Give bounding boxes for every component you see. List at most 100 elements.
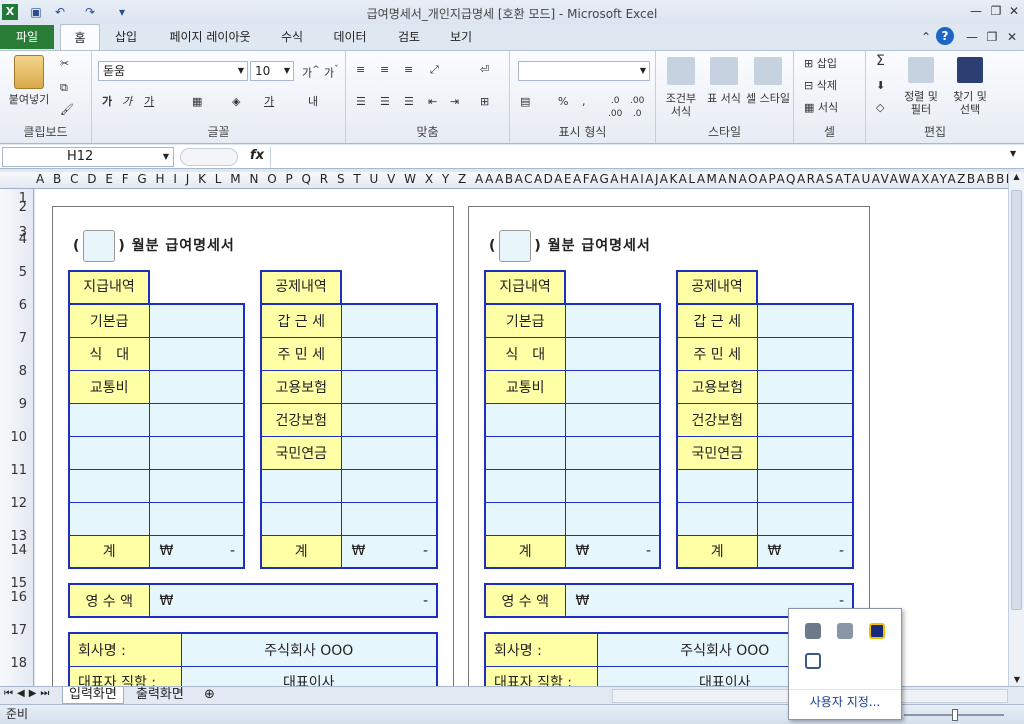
- pay-item-value[interactable]: [148, 435, 245, 470]
- deduction-item-value[interactable]: [340, 468, 438, 503]
- tray-app-icon[interactable]: [805, 623, 821, 639]
- row-header[interactable]: 2: [19, 200, 27, 215]
- row-header[interactable]: 10: [10, 430, 27, 445]
- row-header[interactable]: 11: [10, 463, 27, 478]
- percent-button[interactable]: %: [558, 95, 568, 108]
- delete-cells-button[interactable]: ⊟ 삭제: [804, 79, 837, 92]
- font-name-select[interactable]: 돋움 ▼: [98, 61, 248, 81]
- zoom-slider-thumb[interactable]: [952, 709, 958, 721]
- total-value[interactable]: ₩ -: [756, 534, 854, 569]
- format-as-table-button[interactable]: 표 서식: [704, 57, 744, 105]
- align-top-icon[interactable]: ≡: [356, 63, 365, 76]
- sort-filter-button[interactable]: 정렬 및 필터: [904, 57, 938, 116]
- fill-color-icon[interactable]: ◈: [232, 95, 240, 108]
- representative-value[interactable]: 대표이사: [180, 665, 438, 686]
- scroll-down-icon[interactable]: ▼: [1009, 675, 1024, 684]
- deduction-item-value[interactable]: [756, 369, 854, 404]
- underline-button[interactable]: 가: [144, 95, 154, 108]
- deduction-item-value[interactable]: [340, 336, 438, 371]
- vertical-scroll-thumb[interactable]: [1011, 190, 1022, 610]
- minimize-icon[interactable]: —: [966, 2, 986, 20]
- close-icon[interactable]: ✕: [1004, 2, 1024, 20]
- row-header[interactable]: 9: [19, 397, 27, 412]
- deduction-item-value[interactable]: [340, 501, 438, 536]
- pay-item-value[interactable]: [148, 336, 245, 371]
- sheet-nav-icons[interactable]: ⏮◀▶⏭: [4, 688, 53, 699]
- conditional-format-button[interactable]: 조건부 서식: [660, 57, 702, 118]
- row-header[interactable]: 5: [19, 265, 27, 280]
- paste-button[interactable]: 붙여넣기: [6, 55, 52, 106]
- pay-item-value[interactable]: [564, 336, 661, 371]
- collapse-ribbon-icon[interactable]: ⌃: [916, 28, 936, 46]
- row-header[interactable]: 15: [10, 576, 27, 591]
- font-color-icon[interactable]: 가: [264, 95, 274, 108]
- decrease-decimal-icon[interactable]: .00.0: [630, 95, 644, 121]
- italic-button[interactable]: 가: [122, 95, 132, 108]
- tray-device-icon[interactable]: [805, 653, 821, 669]
- pay-item-value[interactable]: [148, 402, 245, 437]
- align-right-icon[interactable]: ☰: [404, 95, 414, 108]
- pay-item-value[interactable]: [148, 303, 245, 338]
- pay-item-value[interactable]: [564, 402, 661, 437]
- deduction-item-value[interactable]: [340, 435, 438, 470]
- cut-icon[interactable]: ✂: [60, 57, 69, 70]
- pay-item-value[interactable]: [564, 303, 661, 338]
- company-name-value[interactable]: 주식회사 OOO: [180, 632, 438, 667]
- sheet-tab-output[interactable]: 출력화면: [130, 687, 190, 704]
- cell-styles-button[interactable]: 셀 스타일: [746, 57, 790, 105]
- copy-icon[interactable]: ⧉: [60, 81, 68, 94]
- sheet-tab-input[interactable]: 입력화면: [62, 687, 124, 704]
- deduction-item-value[interactable]: [340, 402, 438, 437]
- clear-icon[interactable]: ◇: [876, 101, 884, 114]
- tab-insert[interactable]: 삽입: [108, 24, 144, 50]
- increase-decimal-icon[interactable]: .0.00: [608, 95, 622, 121]
- tab-formulas[interactable]: 수식: [276, 24, 308, 50]
- tab-home[interactable]: 홈: [60, 24, 100, 51]
- tab-page-layout[interactable]: 페이지 레이아웃: [160, 24, 260, 50]
- row-header[interactable]: 14: [10, 543, 27, 558]
- name-box-dropdown-icon[interactable]: ▼: [163, 148, 169, 166]
- align-middle-icon[interactable]: ≡: [380, 63, 389, 76]
- format-cells-button[interactable]: ▦ 서식: [804, 101, 838, 114]
- pay-item-value[interactable]: [564, 468, 661, 503]
- comma-button[interactable]: ,: [582, 95, 586, 108]
- pay-item-value[interactable]: [564, 501, 661, 536]
- align-center-icon[interactable]: ☰: [380, 95, 390, 108]
- merge-center-icon[interactable]: ⊞: [480, 95, 489, 108]
- tab-review[interactable]: 검토: [392, 24, 426, 50]
- row-headers[interactable]: 1 2 3 4 5 6 7 8 9 10 11 12 13 14 15 16 17 18: [0, 189, 34, 686]
- pay-item-value[interactable]: [564, 369, 661, 404]
- increase-indent-icon[interactable]: ⇥: [450, 95, 459, 108]
- row-header[interactable]: 18: [10, 656, 27, 671]
- deduction-item-value[interactable]: [340, 369, 438, 404]
- phonetic-icon[interactable]: 내: [308, 95, 318, 108]
- decrease-indent-icon[interactable]: ⇤: [428, 95, 437, 108]
- tab-view[interactable]: 보기: [444, 24, 478, 50]
- expand-formula-bar-icon[interactable]: ▼: [1010, 149, 1016, 158]
- insert-function-button[interactable]: fx: [250, 148, 264, 163]
- pay-item-value[interactable]: [148, 369, 245, 404]
- align-left-icon[interactable]: ☰: [356, 95, 366, 108]
- vertical-scrollbar[interactable]: ▲ ▼: [1008, 172, 1024, 686]
- name-box[interactable]: H12 ▼: [2, 147, 174, 167]
- pay-item-value[interactable]: [148, 468, 245, 503]
- row-header[interactable]: 4: [19, 232, 27, 247]
- bold-button[interactable]: 가: [102, 95, 112, 108]
- shrink-font-icon[interactable]: 가ˇ: [324, 63, 339, 80]
- row-header[interactable]: 13: [10, 529, 27, 544]
- deduction-item-value[interactable]: [340, 303, 438, 338]
- customize-tray-link[interactable]: 사용자 지정...: [789, 689, 901, 713]
- wrap-text-icon[interactable]: ⏎: [480, 63, 489, 76]
- align-bottom-icon[interactable]: ≡: [404, 63, 413, 76]
- font-size-select[interactable]: 10 ▼: [250, 61, 294, 81]
- total-value[interactable]: ₩ -: [148, 534, 245, 569]
- restore-icon[interactable]: ❐: [986, 2, 1006, 20]
- pay-item-value[interactable]: [564, 435, 661, 470]
- find-select-button[interactable]: 찾기 및 선택: [948, 57, 992, 116]
- scroll-up-icon[interactable]: ▲: [1009, 172, 1024, 188]
- tab-file[interactable]: 파일: [0, 25, 54, 49]
- month-input-cell[interactable]: [499, 230, 532, 262]
- orientation-icon[interactable]: ⤢: [430, 63, 439, 76]
- row-header[interactable]: 6: [19, 298, 27, 313]
- accounting-format-icon[interactable]: ▤: [520, 95, 530, 108]
